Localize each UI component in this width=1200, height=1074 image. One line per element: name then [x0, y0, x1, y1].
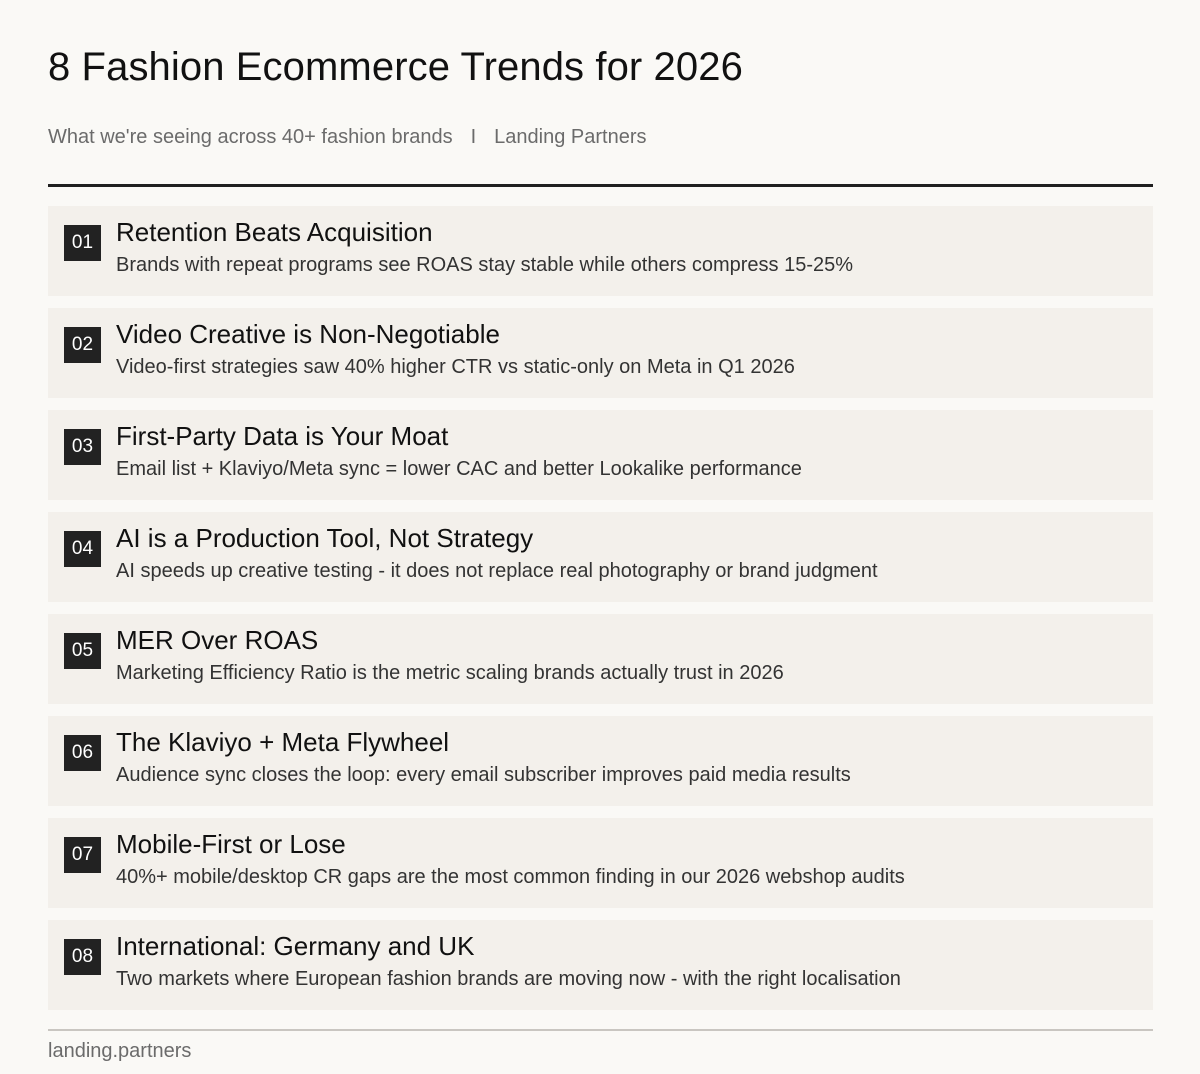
trend-description: Two markets where European fashion brand… [116, 968, 901, 990]
subtitle-company: Landing Partners [494, 126, 647, 148]
trend-title: Mobile-First or Lose [116, 829, 346, 859]
trend-description: Marketing Efficiency Ratio is the metric… [116, 662, 784, 684]
trend-card-08: 08 International: Germany and UK Two mar… [48, 920, 1153, 1010]
footer-domain: landing.partners [48, 1040, 192, 1062]
trend-number-badge: 01 [64, 225, 101, 261]
subtitle-tagline: What we're seeing across 40+ fashion bra… [48, 126, 453, 148]
trend-description: Video-first strategies saw 40% higher CT… [116, 356, 795, 378]
trend-number-badge: 02 [64, 327, 101, 363]
trend-title: MER Over ROAS [116, 625, 319, 655]
trend-description: AI speeds up creative testing - it does … [116, 560, 878, 582]
trend-card-02: 02 Video Creative is Non-Negotiable Vide… [48, 308, 1153, 398]
page: 8 Fashion Ecommerce Trends for 2026 What… [48, 0, 1153, 1074]
trend-card-01: 01 Retention Beats Acquisition Brands wi… [48, 206, 1153, 296]
trend-number-badge: 03 [64, 429, 101, 465]
trend-card-03: 03 First-Party Data is Your Moat Email l… [48, 410, 1153, 500]
trend-card-05: 05 MER Over ROAS Marketing Efficiency Ra… [48, 614, 1153, 704]
header-divider [48, 184, 1153, 187]
trend-description: Audience sync closes the loop: every ema… [116, 764, 851, 786]
trend-title: AI is a Production Tool, Not Strategy [116, 523, 534, 553]
trend-title: Retention Beats Acquisition [116, 217, 433, 247]
trend-number-badge: 06 [64, 735, 101, 771]
trend-title: Video Creative is Non-Negotiable [116, 319, 500, 349]
footer-divider [48, 1029, 1153, 1031]
trend-card-06: 06 The Klaviyo + Meta Flywheel Audience … [48, 716, 1153, 806]
trend-card-04: 04 AI is a Production Tool, Not Strategy… [48, 512, 1153, 602]
trend-title: First-Party Data is Your Moat [116, 421, 449, 451]
trend-description: Email list + Klaviyo/Meta sync = lower C… [116, 458, 802, 480]
trend-number-badge: 05 [64, 633, 101, 669]
trend-card-07: 07 Mobile-First or Lose 40%+ mobile/desk… [48, 818, 1153, 908]
trend-description: 40%+ mobile/desktop CR gaps are the most… [116, 866, 905, 888]
trend-description: Brands with repeat programs see ROAS sta… [116, 254, 854, 276]
trend-number-badge: 08 [64, 939, 101, 975]
trend-title: International: Germany and UK [116, 931, 475, 961]
subtitle-separator: I [470, 126, 477, 148]
trend-number-badge: 07 [64, 837, 101, 873]
subtitle: What we're seeing across 40+ fashion bra… [48, 125, 647, 149]
trend-number-badge: 04 [64, 531, 101, 567]
trend-title: The Klaviyo + Meta Flywheel [116, 727, 450, 757]
page-title: 8 Fashion Ecommerce Trends for 2026 [48, 45, 743, 89]
trend-list: 01 Retention Beats Acquisition Brands wi… [48, 206, 1153, 1022]
